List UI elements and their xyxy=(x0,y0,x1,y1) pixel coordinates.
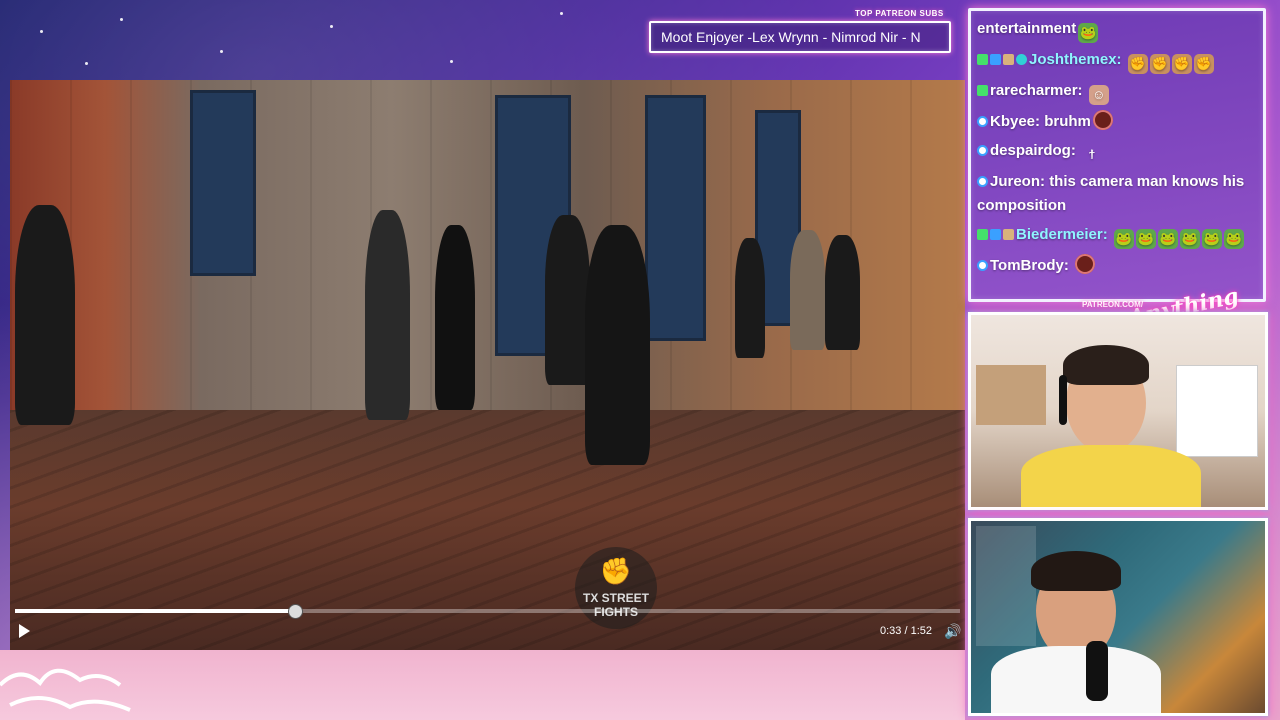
star xyxy=(120,18,123,21)
chat-username[interactable]: Jureon: xyxy=(990,173,1049,190)
time-display: 0:33 / 1:52 xyxy=(880,625,932,637)
chat-username[interactable]: Kbyee: xyxy=(990,113,1044,130)
video-scene-person xyxy=(585,225,650,465)
progress-bar[interactable] xyxy=(15,604,960,619)
progress-fill xyxy=(15,609,294,613)
chat-message: rarecharmer: ☺ xyxy=(977,79,1257,105)
chat-message: TomBrody: xyxy=(977,254,1257,278)
badge-icon xyxy=(977,260,988,271)
frog-emote-icon: 🐸 xyxy=(1113,229,1134,249)
video-scene-door xyxy=(190,90,256,276)
chat-message: Jureon: this camera man knows his compos… xyxy=(977,170,1257,218)
chat-panel: entertainment 🐸 Joshthemex: ✊ ✊ ✊ ✊ rarecharme… xyxy=(968,8,1266,302)
star xyxy=(330,25,333,28)
badge-icon xyxy=(977,54,988,65)
chat-username[interactable]: despairdog: xyxy=(990,142,1080,159)
video-scene-building xyxy=(10,80,965,410)
star xyxy=(560,12,563,15)
hand-emote-icon: ✊ xyxy=(1193,54,1214,74)
star xyxy=(40,30,43,33)
webcam-streamer-1 xyxy=(968,312,1268,510)
ticker-text: Moot Enjoyer -Lex Wrynn - Nimrod Nir - N xyxy=(661,29,921,45)
chat-username[interactable]: rarecharmer: xyxy=(990,82,1087,99)
video-scene-door xyxy=(645,95,706,341)
chat-text: entertainment xyxy=(977,20,1077,37)
chat-username[interactable]: Joshthemex: xyxy=(1029,51,1126,68)
watermark-line1: TX STREET xyxy=(582,591,649,605)
frog-emote-icon: 🐸 xyxy=(1223,229,1244,249)
nut-emote-icon xyxy=(1075,254,1096,274)
chat-text: bruhm xyxy=(1044,113,1091,130)
chat-username[interactable]: TomBrody: xyxy=(990,257,1073,274)
nut-emote-icon xyxy=(1092,110,1113,130)
video-scene-person xyxy=(735,238,765,358)
video-scene-person xyxy=(790,230,825,350)
badge-icon xyxy=(977,176,988,187)
face-emote-icon: ☺ xyxy=(1088,85,1109,105)
badge-icon xyxy=(977,116,988,127)
chat-message: Biedermeier: 🐸 🐸 🐸 🐸 🐸 🐸 xyxy=(977,223,1257,249)
streamer-shirt xyxy=(1021,445,1201,507)
star xyxy=(85,62,88,65)
patreon-ticker: Moot Enjoyer -Lex Wrynn - Nimrod Nir - N xyxy=(649,21,951,53)
box xyxy=(976,365,1046,425)
dresser xyxy=(1176,365,1258,457)
chat-message: despairdog: ϯ xyxy=(977,139,1257,165)
star xyxy=(220,50,223,53)
shelf xyxy=(976,526,1036,646)
chat-username[interactable]: Biedermeier: xyxy=(1016,226,1112,243)
badge-icon xyxy=(1016,54,1027,65)
video-scene-person xyxy=(435,225,475,410)
frog-emote-icon: 🐸 xyxy=(1135,229,1156,249)
hand-emote-icon: ✊ xyxy=(1149,54,1170,74)
hand-emote-icon: ✊ xyxy=(1127,54,1148,74)
streamer-hair xyxy=(1063,345,1149,385)
video-watermark: ✊ TX STREET FIGHTS xyxy=(575,547,657,629)
video-player[interactable]: ✊ TX STREET FIGHTS 0:33 / 1:52 🔊 xyxy=(10,80,965,650)
hand-emote-icon: ✊ xyxy=(1171,54,1192,74)
badge-icon xyxy=(1003,229,1014,240)
streamer-hair xyxy=(1031,551,1121,591)
frog-emote-icon: 🐸 xyxy=(1201,229,1222,249)
frog-emote-icon: 🐸 xyxy=(1157,229,1178,249)
badge-icon xyxy=(990,229,1001,240)
fist-icon: ✊ xyxy=(599,556,633,586)
video-scene-street xyxy=(10,410,965,650)
play-icon[interactable] xyxy=(19,624,30,638)
cloud-deco-icon xyxy=(0,668,131,712)
video-scene-person xyxy=(365,210,410,420)
badge-icon xyxy=(977,85,988,96)
chat-messages: entertainment 🐸 Joshthemex: ✊ ✊ ✊ ✊ rarecharme… xyxy=(977,17,1257,283)
badge-icon xyxy=(990,54,1001,65)
video-scene-person xyxy=(15,205,75,425)
streamer-shirt xyxy=(991,646,1161,713)
frog-emote-icon: 🐸 xyxy=(1078,23,1099,43)
progress-scrubber[interactable] xyxy=(287,604,303,619)
badge-icon xyxy=(977,229,988,240)
stick-emote-icon: ϯ xyxy=(1089,147,1095,162)
ticker-label: TOP PATREON SUBS xyxy=(855,9,944,18)
webcam-streamer-2 xyxy=(968,518,1268,716)
headphones-icon xyxy=(1059,375,1067,425)
video-scene-person xyxy=(825,235,860,350)
microphone-icon xyxy=(1086,641,1108,701)
volume-icon[interactable]: 🔊 xyxy=(944,623,961,640)
video-scene-person xyxy=(545,215,590,385)
frog-emote-icon: 🐸 xyxy=(1179,229,1200,249)
chat-message: Joshthemex: ✊ ✊ ✊ ✊ xyxy=(977,48,1257,74)
chat-message: Kbyee: bruhm xyxy=(977,110,1257,134)
chat-message: entertainment 🐸 xyxy=(977,17,1257,43)
badge-icon xyxy=(977,145,988,156)
badge-icon xyxy=(1003,54,1014,65)
star xyxy=(450,60,453,63)
